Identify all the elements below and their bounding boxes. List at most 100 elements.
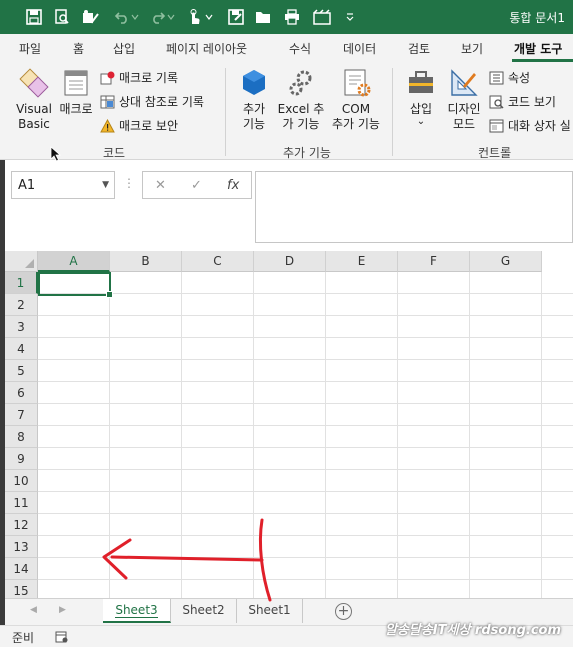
controls-group-label: 컨트롤 — [478, 146, 512, 160]
chevron-down-icon[interactable]: ▼ — [102, 180, 109, 190]
record-macro-button[interactable]: 매크로 기록 — [100, 69, 178, 86]
grid-line — [38, 337, 573, 338]
add-sheet-icon[interactable]: + — [335, 603, 352, 620]
formula-input[interactable] — [255, 171, 573, 243]
touch-mode-icon[interactable] — [184, 7, 204, 27]
column-header-b[interactable]: B — [110, 251, 182, 272]
properties-button[interactable]: 속성 — [489, 69, 530, 86]
macro-security-button[interactable]: 매크로 보안 — [100, 117, 178, 134]
com-addins-button[interactable]: COM 추가 기능 — [328, 68, 384, 132]
print-preview-icon[interactable] — [52, 7, 72, 27]
excel-addins-button[interactable]: Excel 추 가 기능 — [276, 68, 326, 132]
tab-formulas[interactable]: 수식 — [289, 40, 311, 57]
screenshot-icon[interactable] — [312, 7, 332, 27]
save-icon[interactable] — [24, 7, 44, 27]
run-dialog-button[interactable]: 대화 상자 실 — [489, 117, 571, 134]
run-dialog-label: 대화 상자 실 — [508, 119, 571, 133]
record-macro-label: 매크로 기록 — [119, 71, 179, 85]
row-header-5[interactable]: 5 — [5, 360, 38, 382]
undo-dropdown-icon[interactable] — [130, 7, 140, 27]
redo-dropdown-icon[interactable] — [166, 7, 176, 27]
sheet-tab-sheet3[interactable]: Sheet3 — [103, 599, 171, 623]
view-code-icon — [489, 95, 504, 109]
cancel-icon[interactable]: ✕ — [155, 178, 166, 193]
row-header-6[interactable]: 6 — [5, 382, 38, 404]
row-header-2[interactable]: 2 — [5, 294, 38, 316]
row-header-8[interactable]: 8 — [5, 426, 38, 448]
visual-basic-icon — [19, 68, 49, 98]
undo-icon[interactable] — [112, 7, 132, 27]
row-header-3[interactable]: 3 — [5, 316, 38, 338]
window-title: 통합 문서1 — [509, 11, 565, 25]
column-header-d[interactable]: D — [254, 251, 326, 272]
column-header-a[interactable]: A — [38, 251, 110, 272]
enter-icon[interactable]: ✓ — [191, 178, 202, 193]
group-separator — [392, 68, 393, 156]
customize-qat-icon[interactable] — [340, 7, 360, 27]
tab-review[interactable]: 검토 — [408, 40, 430, 57]
tab-data[interactable]: 데이터 — [343, 40, 376, 57]
redo-icon[interactable] — [148, 7, 168, 27]
column-header-g[interactable]: G — [470, 251, 542, 272]
row-header-7[interactable]: 7 — [5, 404, 38, 426]
record-macro-icon — [100, 71, 115, 84]
grid-line — [541, 272, 542, 598]
excel-addins-label-2: 가 기능 — [282, 117, 320, 131]
active-cell-a1[interactable] — [38, 272, 113, 298]
row-header-1[interactable]: 1 — [5, 272, 38, 294]
formula-bar-grip-icon[interactable]: ⋮ — [123, 176, 135, 190]
addins-label-2: 기능 — [242, 117, 266, 131]
macro-record-status-icon[interactable] — [55, 631, 69, 643]
row-header-15[interactable]: 15 — [5, 580, 38, 598]
view-code-button[interactable]: 코드 보기 — [489, 93, 556, 110]
visual-basic-label-2: Basic — [18, 117, 50, 131]
grid-line — [325, 272, 326, 598]
next-sheet-icon[interactable]: ▶ — [59, 605, 66, 615]
row-header-4[interactable]: 4 — [5, 338, 38, 360]
row-header-10[interactable]: 10 — [5, 470, 38, 492]
com-addins-label-1: COM — [341, 102, 371, 116]
print-icon[interactable] — [282, 7, 302, 27]
addins-group-label: 추가 기능 — [283, 146, 331, 160]
grid-line — [38, 491, 573, 492]
touch-dropdown-icon[interactable] — [204, 7, 214, 27]
row-header-11[interactable]: 11 — [5, 492, 38, 514]
tab-file[interactable]: 파일 — [19, 40, 41, 57]
grid-line — [38, 425, 573, 426]
tab-home[interactable]: 홈 — [73, 40, 84, 57]
tab-insert[interactable]: 삽입 — [113, 40, 135, 57]
warning-icon — [100, 118, 115, 132]
relative-refs-button[interactable]: 상대 참조로 기록 — [100, 93, 204, 110]
open-folder-icon[interactable] — [254, 7, 274, 27]
prev-sheet-icon[interactable]: ◀ — [30, 605, 37, 615]
tab-developer[interactable]: 개발 도구 — [514, 40, 562, 57]
tab-page-layout[interactable]: 페이지 레이아웃 — [166, 40, 247, 57]
spelling-icon[interactable] — [80, 7, 100, 27]
macros-button[interactable]: 매크로 — [57, 68, 95, 117]
row-header-9[interactable]: 9 — [5, 448, 38, 470]
row-header-12[interactable]: 12 — [5, 514, 38, 536]
sheet-tab-label: Sheet1 — [248, 603, 291, 617]
ribbon-tabs: 파일 홈 삽입 페이지 레이아웃 수식 데이터 검토 보기 개발 도구 — [0, 34, 573, 62]
insert-control-button[interactable]: 삽입 ⌄ — [403, 68, 439, 127]
save-as-icon[interactable] — [226, 7, 246, 27]
worksheet-grid[interactable]: A B C D E F G 1 2 3 4 5 6 7 8 9 10 11 12 13 14 15 — [5, 251, 573, 598]
grid-line — [109, 272, 110, 598]
insert-function-icon[interactable]: fx — [227, 178, 239, 193]
row-header-13[interactable]: 13 — [5, 536, 38, 558]
column-header-c[interactable]: C — [182, 251, 254, 272]
select-all-button[interactable] — [5, 251, 38, 272]
sheet-tab-sheet1[interactable]: Sheet1 — [237, 599, 303, 623]
macros-label: 매크로 — [59, 102, 93, 116]
sheet-tab-sheet2[interactable]: Sheet2 — [171, 599, 237, 623]
row-header-14[interactable]: 14 — [5, 558, 38, 580]
column-header-f[interactable]: F — [398, 251, 470, 272]
tab-view[interactable]: 보기 — [461, 40, 483, 57]
addins-button[interactable]: 추가 기능 — [236, 68, 272, 132]
design-mode-button[interactable]: 디자인 모드 — [444, 68, 484, 132]
column-header-e[interactable]: E — [326, 251, 398, 272]
name-box[interactable]: A1 ▼ — [11, 171, 115, 199]
visual-basic-button[interactable]: Visual Basic — [14, 68, 54, 132]
group-separator — [225, 68, 226, 156]
grid-line — [38, 359, 573, 360]
